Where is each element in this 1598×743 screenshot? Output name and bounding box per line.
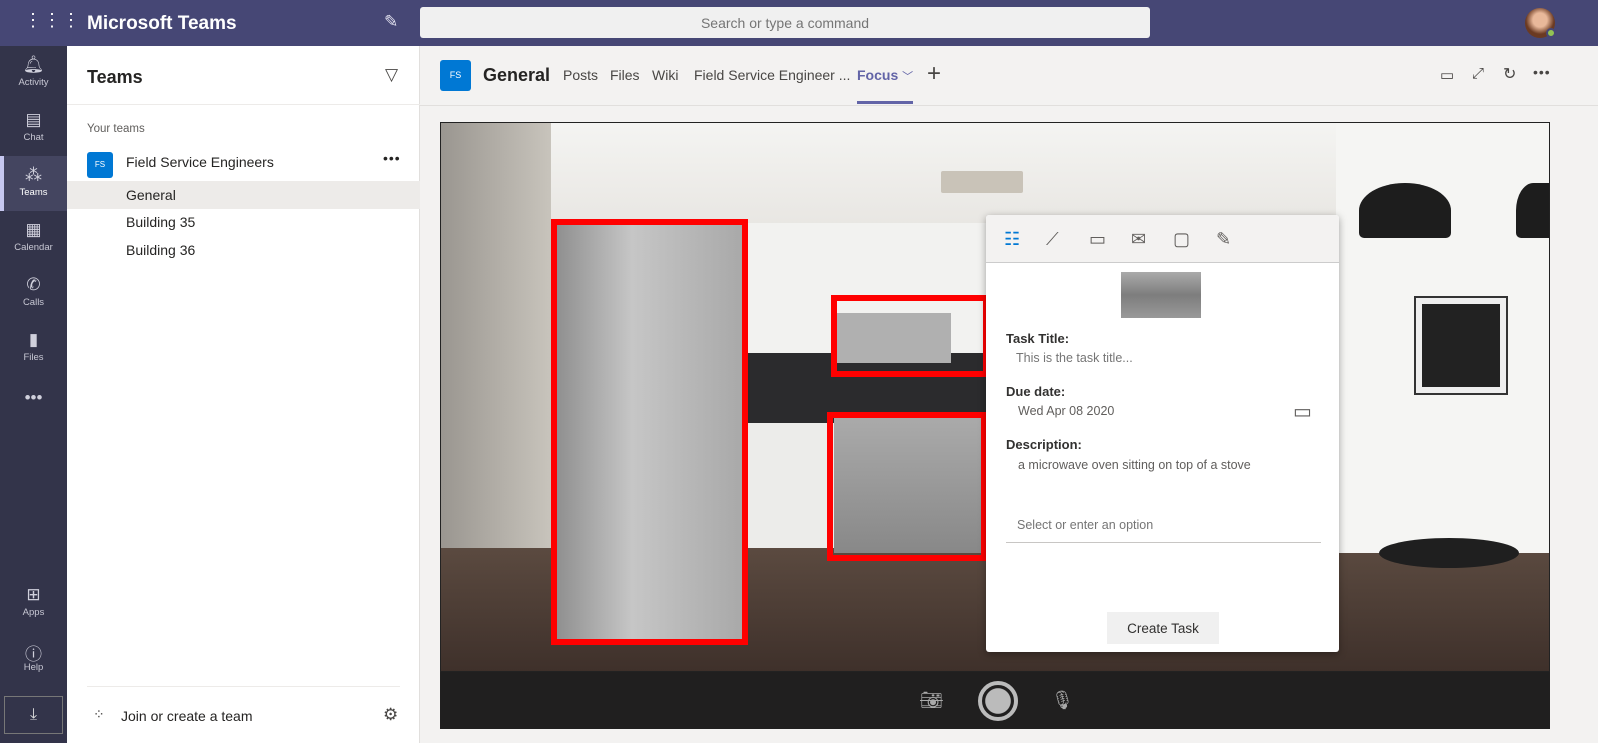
more-options-icon[interactable]: ••• (1533, 64, 1551, 80)
rail-item-teams[interactable]: ⁂ Teams (0, 156, 67, 211)
channel-building-35[interactable]: Building 35 (67, 208, 420, 236)
divider (87, 686, 400, 687)
detection-box-refrigerator[interactable] (551, 219, 748, 645)
task-card: ☷ ⟋ ▭ ✉ ▢ ✎ Task Title: Due date: Wed Ap… (986, 215, 1339, 652)
video-controls: 📷︎ 🎙︎ (440, 672, 1550, 729)
team-more-icon[interactable]: ••• (383, 150, 401, 166)
ceiling-light (941, 171, 1023, 193)
calendar-icon[interactable]: ▭ (1293, 399, 1312, 424)
due-date-label: Due date: (1006, 384, 1066, 399)
team-badge: FS (87, 152, 113, 178)
panel-title: Teams (87, 67, 143, 87)
mail-icon[interactable]: ✉ (1131, 229, 1146, 250)
rail-item-calendar[interactable]: ▦ Calendar (0, 211, 67, 266)
rail-item-calls[interactable]: ✆ Calls (0, 266, 67, 321)
connect-icon[interactable]: ⟋ (1046, 229, 1059, 250)
capture-disabled-button[interactable] (978, 681, 1018, 721)
pendant-lamp (1516, 183, 1549, 238)
card-toolbar: ☷ ⟋ ▭ ✉ ▢ ✎ (986, 215, 1339, 263)
reload-icon[interactable]: ↻ (1503, 64, 1516, 84)
channel-general[interactable]: General (67, 181, 420, 209)
rail-item-chat[interactable]: ▤ Chat (0, 101, 67, 156)
chevron-down-icon: ﹀ (902, 71, 914, 83)
description-label: Description: (1006, 437, 1082, 452)
more-apps-button[interactable]: ••• (0, 386, 67, 416)
calendar-icon: ▦ (25, 220, 42, 239)
comment-icon[interactable]: ▢ (1173, 229, 1190, 250)
video-icon[interactable]: ▭ (1089, 229, 1106, 250)
bell-icon: 🔔︎ (22, 55, 45, 74)
teams-icon: ⁂ (25, 165, 42, 184)
rail-item-files[interactable]: ▮ Files (0, 321, 67, 376)
join-team-link[interactable]: Join or create a team (121, 708, 253, 724)
rail-item-help[interactable]: ⓘ Help (0, 631, 67, 686)
detection-box-stove[interactable] (827, 412, 987, 561)
phone-icon: ✆ (26, 275, 41, 294)
camera-off-icon[interactable]: 📷︎ (920, 690, 943, 711)
app-launcher-icon[interactable]: ⋮⋮⋮ (24, 10, 81, 31)
status-available-icon (1546, 28, 1556, 38)
join-team-icon: ⁘ (93, 706, 105, 722)
edit-icon[interactable]: ✎ (1216, 229, 1231, 250)
expand-icon[interactable]: ⤢ (1472, 65, 1484, 82)
teams-panel: Teams ▽ Your teams FS Field Service Engi… (67, 46, 420, 743)
more-icon: ••• (24, 388, 43, 407)
channel-name: General (483, 65, 551, 85)
team-name[interactable]: Field Service Engineers (126, 154, 274, 170)
mic-off-icon[interactable]: 🎙︎ (1051, 690, 1074, 711)
detection-box-microwave[interactable] (831, 295, 989, 377)
due-date-value[interactable]: Wed Apr 08 2020 (1018, 404, 1114, 418)
tab-posts[interactable]: Posts (563, 46, 598, 104)
task-title-label: Task Title: (1006, 331, 1070, 346)
task-title-input[interactable] (1016, 349, 1316, 367)
divider (67, 104, 420, 105)
tab-wiki[interactable]: Wiki (652, 46, 678, 104)
top-bar: ⋮⋮⋮ Microsoft Teams ✎ (0, 0, 1598, 46)
help-icon: ⓘ (25, 645, 42, 664)
download-icon[interactable]: ⤓ (4, 696, 63, 734)
conversation-icon[interactable]: ▭ (1440, 66, 1454, 84)
object-thumbnail (1121, 272, 1201, 318)
settings-icon[interactable]: ⚙ (383, 705, 398, 725)
tab-files[interactable]: Files (610, 46, 640, 104)
channel-building-36[interactable]: Building 36 (67, 236, 420, 264)
create-task-button[interactable]: Create Task (1107, 612, 1219, 644)
add-tab-icon[interactable]: + (927, 60, 941, 88)
new-chat-icon[interactable]: ✎ (384, 12, 398, 32)
channel-header: FS General Posts Files Wiki Field Servic… (420, 46, 1598, 106)
tab-focus[interactable]: Focus ﹀ (857, 46, 914, 104)
tab-field-service-engineer[interactable]: Field Service Engineer ... (694, 46, 850, 104)
apps-icon: ⊞ (26, 585, 41, 604)
channel-badge: FS (440, 60, 471, 91)
rail-item-apps[interactable]: ⊞ Apps (0, 576, 67, 631)
pendant-lamp (1359, 183, 1451, 238)
section-label: Your teams (87, 123, 145, 135)
option-combobox[interactable] (1006, 507, 1321, 543)
rail-item-activity[interactable]: 🔔︎ Activity (0, 46, 67, 101)
app-rail: 🔔︎ Activity ▤ Chat ⁂ Teams ▦ Calendar ✆ Calls… (0, 46, 67, 743)
search-input[interactable] (420, 7, 1150, 38)
app-title: Microsoft Teams (87, 13, 237, 34)
description-value[interactable]: a microwave oven sitting on top of a sto… (1018, 458, 1251, 472)
task-list-icon[interactable]: ☷ (1004, 229, 1020, 250)
file-icon: ▮ (28, 330, 39, 349)
wall-art (1414, 296, 1508, 395)
filter-icon[interactable]: ▽ (385, 65, 398, 85)
chat-icon: ▤ (25, 110, 42, 129)
divider (420, 105, 1598, 106)
stool (1379, 538, 1519, 568)
